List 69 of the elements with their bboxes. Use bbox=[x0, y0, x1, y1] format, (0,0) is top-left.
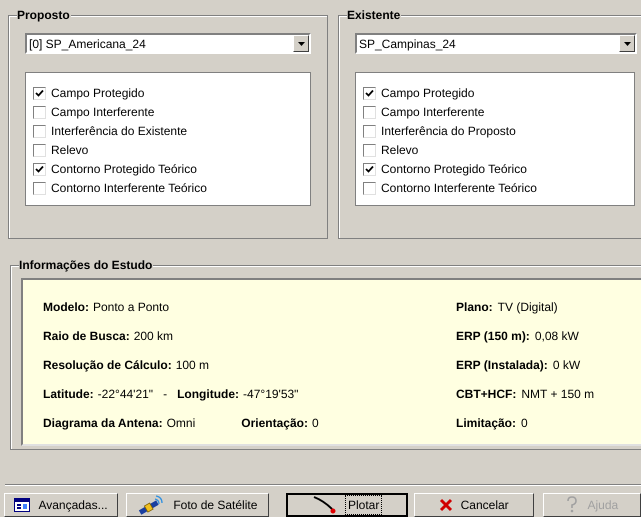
checkbox[interactable] bbox=[363, 106, 376, 119]
toolbar-button[interactable]: Cancelar bbox=[414, 493, 534, 517]
checkbox-label[interactable]: Interferência do Existente bbox=[51, 125, 188, 138]
toolbar-button[interactable]: Foto de Satélite bbox=[126, 493, 269, 517]
toolbar-button[interactable]: Plotar bbox=[286, 493, 408, 517]
dropdown[interactable]: SP_Campinas_24 bbox=[355, 33, 637, 54]
group-title: Informações do Estudo bbox=[19, 258, 154, 272]
field-label: Longitude: bbox=[177, 386, 240, 403]
checkbox[interactable] bbox=[33, 144, 46, 157]
field-value: NMT + 150 m bbox=[521, 386, 594, 403]
field-label: Resolução de Cálculo: bbox=[43, 357, 172, 374]
field-value: 100 m bbox=[176, 357, 210, 374]
field-value: -22°44'21" bbox=[98, 386, 154, 403]
caret-icon bbox=[624, 42, 630, 46]
dropdown-value: [0] SP_Americana_24 bbox=[28, 36, 146, 52]
field-value: 0,08 kW bbox=[534, 328, 579, 345]
field-value: 200 km bbox=[134, 328, 174, 345]
checkbox-label[interactable]: Relevo bbox=[381, 144, 418, 157]
field-label: Modelo: bbox=[43, 299, 89, 316]
dropdown-arrow-button[interactable] bbox=[293, 35, 309, 52]
window-icon bbox=[14, 498, 30, 512]
checkbox[interactable] bbox=[363, 182, 376, 195]
question-icon bbox=[565, 496, 580, 514]
checkbox-label[interactable]: Campo Protegido bbox=[51, 87, 144, 100]
field-value: Ponto a Ponto bbox=[93, 299, 170, 316]
field-label: Plano: bbox=[456, 299, 493, 316]
checkbox-label[interactable]: Contorno Interferente Teórico bbox=[51, 182, 207, 195]
checkbox-label[interactable]: Campo Protegido bbox=[381, 87, 474, 100]
field-value: TV (Digital) bbox=[498, 299, 558, 316]
satellite-icon bbox=[137, 494, 166, 516]
checkbox-label[interactable]: Campo Interferente bbox=[381, 106, 484, 119]
checkbox-label[interactable]: Contorno Protegido Teórico bbox=[381, 163, 527, 176]
dropdown-arrow-button[interactable] bbox=[619, 35, 635, 52]
field-value: 0 kW bbox=[552, 357, 580, 374]
checkbox-label[interactable]: Relevo bbox=[51, 144, 88, 157]
close-icon bbox=[438, 498, 453, 512]
checkbox-label[interactable]: Contorno Interferente Teórico bbox=[381, 182, 537, 195]
checkbox[interactable] bbox=[363, 144, 376, 157]
checkbox[interactable] bbox=[33, 106, 46, 119]
checked-checkbox[interactable] bbox=[363, 163, 376, 176]
checkbox[interactable] bbox=[33, 182, 46, 195]
checkbox-label[interactable]: Campo Interferente bbox=[51, 106, 154, 119]
field-value: 0 bbox=[521, 415, 528, 432]
group-title: Existente bbox=[347, 8, 402, 22]
field-label: Limitação: bbox=[456, 415, 516, 432]
field-label: Orientação: bbox=[241, 415, 308, 432]
field-label: CBT+HCF: bbox=[456, 386, 516, 403]
caret-icon bbox=[298, 42, 304, 46]
field-value: Omni bbox=[166, 415, 196, 432]
checkbox[interactable] bbox=[33, 125, 46, 138]
dropdown[interactable]: [0] SP_Americana_24 bbox=[25, 33, 311, 54]
separator-dash: - bbox=[163, 386, 168, 403]
checked-checkbox[interactable] bbox=[33, 87, 46, 100]
field-label: Raio de Busca: bbox=[43, 328, 130, 345]
checkbox-label[interactable]: Interferência do Proposto bbox=[381, 125, 516, 138]
dropdown-value: SP_Campinas_24 bbox=[358, 36, 456, 52]
field-label: Diagrama da Antena: bbox=[43, 415, 163, 432]
checkbox[interactable] bbox=[363, 125, 376, 138]
checked-checkbox[interactable] bbox=[33, 163, 46, 176]
field-label: ERP (150 m): bbox=[456, 328, 530, 345]
field-label: ERP (Instalada): bbox=[456, 357, 548, 374]
checkbox-label[interactable]: Contorno Protegido Teórico bbox=[51, 163, 197, 176]
toolbar-button[interactable]: Avançadas... bbox=[4, 493, 118, 517]
field-label: Latitude: bbox=[43, 386, 94, 403]
group-title: Proposto bbox=[17, 8, 71, 22]
checked-checkbox[interactable] bbox=[363, 87, 376, 100]
field-value: 0 bbox=[312, 415, 319, 432]
field-value: -47°19'53" bbox=[243, 386, 298, 403]
pen-icon bbox=[312, 495, 338, 515]
